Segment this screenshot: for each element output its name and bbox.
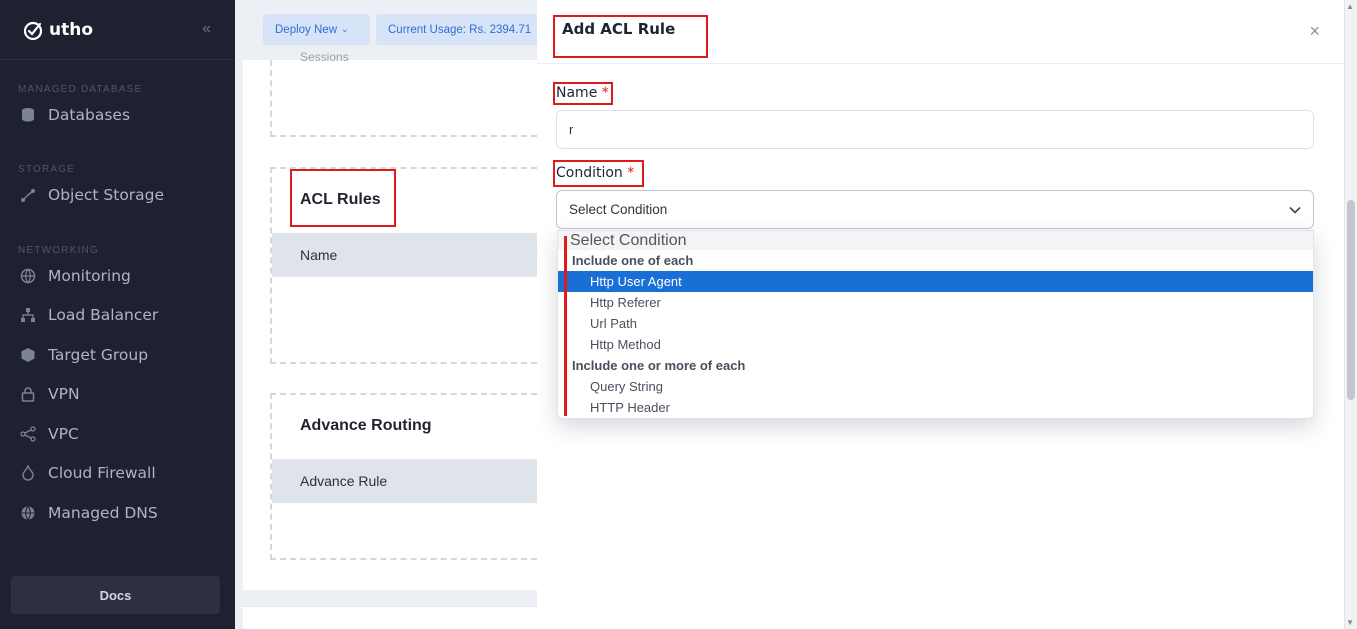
add-acl-rule-modal: Add ACL Rule × Name * Condition * Select… xyxy=(537,0,1344,629)
advance-routing-title: Advance Routing xyxy=(300,417,432,434)
close-icon[interactable]: × xyxy=(1309,22,1320,40)
sidebar-item-load-balancer[interactable]: Load Balancer xyxy=(0,296,235,336)
sidebar-item-vpc[interactable]: VPC xyxy=(0,414,235,454)
condition-label: Condition * xyxy=(556,165,634,181)
sidebar-item-label: Managed DNS xyxy=(48,503,158,522)
scroll-thumb[interactable] xyxy=(1347,200,1355,400)
acl-rules-title: ACL Rules xyxy=(300,191,381,208)
dropdown-option-http-header[interactable]: HTTP Header xyxy=(558,397,1313,418)
sidebar-item-label: Cloud Firewall xyxy=(48,464,156,483)
advance-rule-column-header: Advance Rule xyxy=(272,459,537,503)
chevron-down-icon xyxy=(1289,206,1301,214)
name-label-text: Name xyxy=(556,85,598,101)
dropdown-option-placeholder[interactable]: Select Condition xyxy=(558,231,1313,250)
sidebar-item-label: Databases xyxy=(48,105,131,124)
globe-icon xyxy=(20,268,36,284)
dropdown-option-query-string[interactable]: Query String xyxy=(558,376,1313,397)
collapse-sidebar-icon[interactable]: « xyxy=(202,20,211,38)
sidebar-item-vpn[interactable]: VPN xyxy=(0,375,235,415)
section-title-storage: STORAGE xyxy=(18,164,76,175)
condition-select-value: Select Condition xyxy=(569,202,668,217)
sessions-text: Sessions xyxy=(300,50,349,64)
deploy-new-button[interactable]: Deploy New ⌄ xyxy=(263,14,370,45)
sidebar-item-object-storage[interactable]: Object Storage xyxy=(0,175,235,215)
dropdown-option-url-path[interactable]: Url Path xyxy=(558,313,1313,334)
sidebar-item-label: Load Balancer xyxy=(48,306,159,325)
required-mark: * xyxy=(601,85,609,101)
utho-logo-icon xyxy=(23,21,43,40)
acl-name-column-header: Name xyxy=(272,233,537,277)
page-scrollbar[interactable]: ▲ ▼ xyxy=(1344,0,1357,629)
scroll-down-icon[interactable]: ▼ xyxy=(1346,618,1354,627)
dropdown-option-http-referer[interactable]: Http Referer xyxy=(558,292,1313,313)
sidebar-item-label: VPC xyxy=(48,424,79,443)
sidebar-item-target-group[interactable]: Target Group xyxy=(0,335,235,375)
network-icon xyxy=(20,307,36,323)
bottom-card xyxy=(243,606,537,629)
modal-title: Add ACL Rule xyxy=(562,20,676,38)
name-input[interactable] xyxy=(556,110,1314,149)
deploy-new-label: Deploy New xyxy=(275,23,337,36)
logo-row: utho « xyxy=(0,0,235,60)
firewall-icon xyxy=(20,465,36,481)
brand-logo[interactable]: utho xyxy=(22,18,93,42)
dns-globe-icon xyxy=(20,505,36,521)
condition-select[interactable]: Select Condition xyxy=(556,190,1314,229)
required-mark: * xyxy=(627,165,635,181)
docs-button[interactable]: Docs xyxy=(11,576,220,614)
sidebar-item-cloud-firewall[interactable]: Cloud Firewall xyxy=(0,454,235,494)
section-title-networking: NETWORKING xyxy=(18,245,99,256)
condition-label-text: Condition xyxy=(556,165,623,181)
sidebar-item-label: VPN xyxy=(48,385,80,404)
dropdown-option-http-user-agent[interactable]: Http User Agent xyxy=(558,271,1313,292)
chevron-down-icon: ⌄ xyxy=(341,24,349,34)
object-storage-icon xyxy=(20,187,36,203)
dropdown-option-http-method[interactable]: Http Method xyxy=(558,334,1313,355)
lock-icon xyxy=(20,386,36,402)
current-usage-button[interactable]: Current Usage: Rs. 2394.71 xyxy=(376,14,537,45)
sidebar-item-label: Monitoring xyxy=(48,266,131,285)
modal-header: Add ACL Rule × xyxy=(537,0,1344,64)
sidebar-item-label: Object Storage xyxy=(48,185,165,204)
target-icon xyxy=(20,347,36,363)
share-icon xyxy=(20,426,36,442)
name-label: Name * xyxy=(556,85,609,101)
sidebar: utho « MANAGED DATABASE Databases STORAG… xyxy=(0,0,235,629)
brand-name: utho xyxy=(49,19,94,40)
sidebar-item-databases[interactable]: Databases xyxy=(0,95,235,135)
sidebar-item-label: Target Group xyxy=(48,345,149,364)
sidebar-item-managed-dns[interactable]: Managed DNS xyxy=(0,493,235,533)
annotation-line-options xyxy=(564,236,567,416)
condition-dropdown-list: Select Condition Include one of each Htt… xyxy=(557,230,1314,419)
sidebar-item-monitoring[interactable]: Monitoring xyxy=(0,256,235,296)
dropdown-group-label: Include one or more of each xyxy=(572,358,746,373)
dropdown-group-label: Include one of each xyxy=(572,253,694,268)
scroll-up-icon[interactable]: ▲ xyxy=(1346,2,1354,11)
section-title-managed-database: MANAGED DATABASE xyxy=(18,84,143,95)
database-icon xyxy=(20,107,36,123)
sessions-card xyxy=(270,60,537,137)
